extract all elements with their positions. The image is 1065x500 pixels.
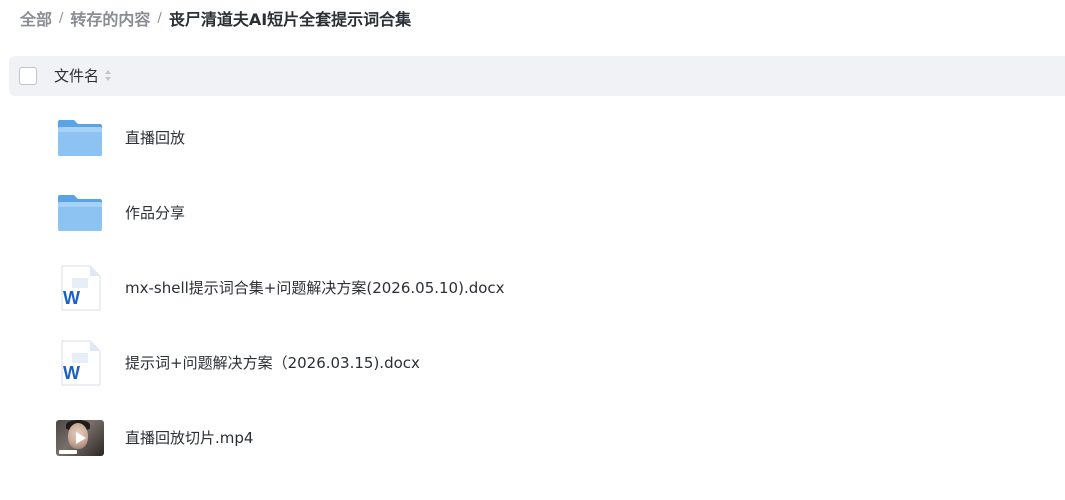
column-header-label: 文件名 — [54, 67, 100, 85]
file-name[interactable]: mx-shell提示词合集+问题解决方案(2026.05.10).docx — [125, 258, 505, 318]
video-thumbnail — [56, 420, 104, 456]
file-name[interactable]: 直播回放 — [125, 108, 185, 168]
file-row-docx-prompts[interactable]: W 提示词+问题解决方案（2026.03.15).docx — [9, 333, 1065, 393]
play-icon — [76, 432, 86, 444]
breadcrumb: 全部 / 转存的内容 / 丧尸清道夫AI短片全套提示词合集 — [20, 6, 411, 30]
file-row-folder-live-replay[interactable]: 直播回放 — [9, 108, 1065, 168]
svg-text:W: W — [63, 288, 80, 308]
breadcrumb-separator: / — [59, 10, 64, 26]
column-header-filename[interactable]: 文件名 — [54, 56, 112, 96]
file-list-header: 文件名 — [9, 56, 1065, 96]
file-name[interactable]: 直播回放切片.mp4 — [125, 408, 253, 468]
breadcrumb-item-all[interactable]: 全部 — [20, 6, 52, 30]
word-document-icon: W — [61, 265, 101, 311]
file-row-folder-works[interactable]: 作品分享 — [9, 183, 1065, 243]
breadcrumb-separator: / — [157, 10, 162, 26]
file-row-docx-mx-shell[interactable]: W mx-shell提示词合集+问题解决方案(2026.05.10).docx — [9, 258, 1065, 318]
svg-text:W: W — [63, 363, 80, 383]
file-name[interactable]: 作品分享 — [125, 183, 185, 243]
folder-icon — [58, 195, 102, 231]
file-name[interactable]: 提示词+问题解决方案（2026.03.15).docx — [125, 333, 420, 393]
sort-icon[interactable] — [105, 70, 112, 82]
file-row-video-clip[interactable]: 直播回放切片.mp4 — [9, 408, 1065, 468]
word-document-icon: W — [61, 340, 101, 386]
select-all-checkbox[interactable] — [19, 67, 37, 85]
folder-icon — [58, 120, 102, 156]
breadcrumb-item-saved[interactable]: 转存的内容 — [70, 6, 150, 30]
breadcrumb-item-current: 丧尸清道夫AI短片全套提示词合集 — [168, 10, 412, 29]
